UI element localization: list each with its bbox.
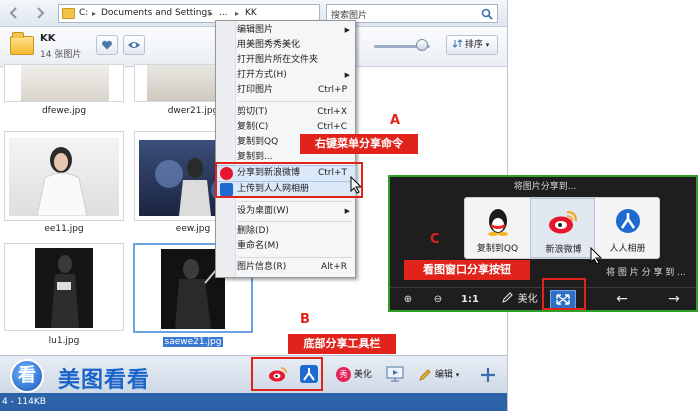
menu-item-edit-image[interactable]: 编辑图片 ▶ — [217, 23, 355, 38]
annotation-callout-c: 看图窗口分享按钮 — [404, 260, 530, 280]
forward-arrow-icon[interactable] — [32, 5, 48, 21]
chevron-down-icon: ▾ — [485, 41, 490, 49]
heart-icon — [102, 40, 112, 50]
app-logo-text: 美图看看 — [58, 368, 151, 393]
beautify-button[interactable]: 秀 美化 — [336, 366, 378, 384]
folder-small-icon — [62, 8, 75, 19]
weibo-icon — [548, 210, 577, 234]
thumbnail-filename[interactable]: ee11.jpg — [4, 224, 124, 234]
share-option-qq-label: 复制到QQ — [476, 244, 519, 254]
qq-penguin-icon — [487, 209, 508, 236]
annotation-tag-b: B — [300, 312, 310, 327]
viewer-beautify-label: 美化 — [517, 294, 538, 305]
share-option-renren-label: 人人相册 — [609, 244, 646, 254]
menu-separator — [238, 101, 352, 102]
share-option-weibo-label: 新浪微博 — [545, 245, 582, 255]
highlight-box-menu-share — [215, 162, 363, 198]
screenshot-root: C: ▸ Documents and Settings ▸ ... ▸ KK 搜… — [0, 0, 700, 411]
sort-icon — [452, 39, 463, 48]
folder-icon — [10, 32, 34, 55]
menu-separator — [238, 201, 352, 202]
slideshow-button[interactable] — [386, 366, 406, 384]
menu-item-cut[interactable]: 剪切(T) Ctrl+X — [217, 105, 355, 120]
menu-item-set-wallpaper[interactable]: 设为桌面(W) ▶ — [217, 204, 355, 219]
highlight-box-bottom-share — [251, 357, 323, 391]
image-count: 14 张图片 — [40, 50, 82, 60]
menu-item-print[interactable]: 打印图片 Ctrl+P — [217, 83, 355, 98]
menu-item-open-with[interactable]: 打开方式(H) ▶ — [217, 68, 355, 83]
viewer-beautify-button[interactable]: 美化 — [498, 291, 542, 308]
search-icon[interactable] — [481, 8, 493, 20]
view-eye-button[interactable] — [123, 35, 145, 55]
previous-arrow-icon[interactable]: ← — [612, 291, 632, 308]
menu-item-beautify-meitu[interactable]: 用美图秀秀美化 — [217, 38, 355, 53]
share-popup-title: 将图片分享到... — [513, 182, 577, 192]
breadcrumb-current-folder[interactable]: KK — [245, 7, 257, 20]
annotation-tag-c: C — [430, 232, 440, 247]
breadcrumb-drive[interactable]: C: — [79, 7, 88, 20]
annotation-tag-a: A — [390, 113, 401, 128]
zoom-out-icon[interactable]: ⊖ — [430, 291, 446, 308]
beautify-label: 美化 — [353, 370, 372, 380]
add-button[interactable] — [478, 366, 498, 384]
status-bar: 4 - 114KB — [0, 393, 507, 411]
chevron-down-icon: ▾ — [455, 371, 460, 379]
thumbnail-ee11[interactable] — [4, 131, 124, 221]
share-popup: 复制到QQ 新浪微博 人人相册 — [464, 197, 660, 259]
submenu-arrow-icon: ▶ — [344, 71, 350, 79]
renren-icon — [615, 209, 640, 233]
photo-image — [35, 248, 93, 328]
mouse-cursor-icon — [590, 247, 602, 265]
share-to-hint-text: 将 图 片 分 享 到 ... — [606, 268, 686, 278]
chevron-right-icon[interactable]: ▸ — [209, 7, 213, 20]
favorite-heart-button[interactable] — [96, 35, 118, 55]
chevron-right-icon[interactable]: ▸ — [235, 7, 239, 20]
eye-icon — [128, 42, 140, 48]
photo-image — [21, 65, 109, 101]
menu-item-rename[interactable]: 重命名(M) — [217, 239, 355, 254]
slideshow-icon — [386, 366, 404, 382]
annotation-callout-a: 右键菜单分享命令 — [300, 134, 418, 154]
thumbnail-filename-selected[interactable]: saewe21.jpg — [162, 337, 224, 347]
pencil-icon — [419, 368, 431, 381]
edit-button[interactable]: 编辑 ▾ — [418, 366, 468, 384]
sort-button[interactable]: 排序 ▾ — [446, 35, 498, 55]
edit-pencil-icon — [502, 292, 514, 303]
actual-size-button[interactable]: 1:1 — [460, 291, 480, 308]
edit-label: 编辑 — [434, 370, 453, 380]
app-logo-icon: 看 — [10, 359, 44, 393]
meitu-beautify-icon: 秀 — [336, 367, 351, 382]
zoom-in-icon[interactable]: ⊕ — [400, 291, 416, 308]
menu-separator — [238, 257, 352, 258]
annotation-callout-b: 底部分享工具栏 — [288, 334, 396, 354]
sort-label: 排序 — [464, 40, 483, 50]
menu-item-copy[interactable]: 复制(C) Ctrl+C — [217, 120, 355, 135]
menu-item-open-folder[interactable]: 打开图片所在文件夹 — [217, 53, 355, 68]
photo-image — [9, 138, 119, 217]
share-option-qq[interactable]: 复制到QQ — [465, 198, 530, 258]
share-option-weibo[interactable]: 新浪微博 — [530, 198, 595, 258]
menu-item-delete[interactable]: 删除(D) — [217, 224, 355, 239]
next-arrow-icon[interactable]: → — [664, 291, 684, 308]
plus-icon — [481, 368, 495, 382]
chevron-right-icon[interactable]: ▸ — [92, 7, 96, 20]
thumbnail-dfewe[interactable] — [4, 64, 124, 102]
submenu-arrow-icon: ▶ — [344, 207, 350, 215]
breadcrumb-documents[interactable]: Documents and Settings — [101, 7, 212, 20]
menu-separator — [238, 221, 352, 222]
menu-item-image-info[interactable]: 图片信息(R) Alt+R — [217, 260, 355, 275]
slider-handle[interactable] — [415, 39, 428, 51]
folder-title: KK — [40, 33, 56, 44]
thumbnail-lu1[interactable] — [4, 243, 124, 331]
back-arrow-icon[interactable] — [6, 5, 22, 21]
highlight-box-viewer-share — [542, 278, 586, 310]
thumbnail-filename[interactable]: dfewe.jpg — [4, 106, 124, 116]
submenu-arrow-icon: ▶ — [344, 26, 350, 34]
breadcrumb-ellipsis[interactable]: ... — [219, 7, 228, 20]
share-option-renren[interactable]: 人人相册 — [595, 198, 660, 258]
